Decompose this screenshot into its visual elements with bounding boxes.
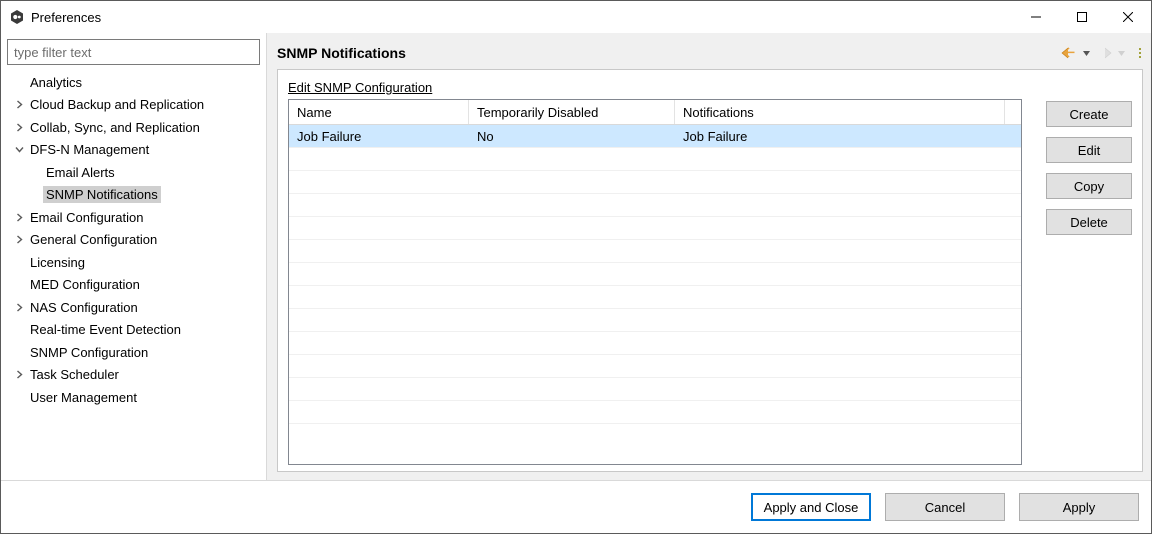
tree-item-label: Analytics	[27, 74, 85, 91]
edit-button[interactable]: Edit	[1046, 137, 1132, 163]
chevron-right-icon[interactable]	[11, 213, 27, 222]
table-row[interactable]	[289, 171, 1021, 194]
column-header-spacer	[1005, 100, 1021, 124]
preferences-window: Preferences Analytics Cloud Backup and Re…	[0, 0, 1152, 534]
tree-item[interactable]: Email Configuration	[7, 206, 260, 229]
table-row[interactable]	[289, 378, 1021, 401]
table-row[interactable]	[289, 148, 1021, 171]
chevron-right-icon[interactable]	[11, 303, 27, 312]
tree-item[interactable]: SNMP Notifications	[7, 184, 260, 207]
chevron-right-icon[interactable]	[11, 235, 27, 244]
chevron-down-icon[interactable]	[11, 145, 27, 154]
tree-item[interactable]: Email Alerts	[7, 161, 260, 184]
preferences-tree: Analytics Cloud Backup and Replication Col…	[7, 71, 260, 480]
tree-item-label: Cloud Backup and Replication	[27, 96, 207, 113]
filter-input[interactable]	[7, 39, 260, 65]
tree-item-label: Real-time Event Detection	[27, 321, 184, 338]
tree-item-label: Email Alerts	[43, 164, 118, 181]
tree-item[interactable]: SNMP Configuration	[7, 341, 260, 364]
tree-item-label: Task Scheduler	[27, 366, 122, 383]
tree-item-label: NAS Configuration	[27, 299, 141, 316]
minimize-button[interactable]	[1013, 1, 1059, 33]
table-row[interactable]	[289, 194, 1021, 217]
tree-item[interactable]: Analytics	[7, 71, 260, 94]
table-row[interactable]	[289, 309, 1021, 332]
apply-button[interactable]: Apply	[1019, 493, 1139, 521]
tree-item-label: SNMP Configuration	[27, 344, 151, 361]
table-header: Name Temporarily Disabled Notifications	[289, 100, 1021, 125]
chevron-right-icon[interactable]	[11, 100, 27, 109]
tree-item[interactable]: General Configuration	[7, 229, 260, 252]
edit-snmp-config-link[interactable]: Edit SNMP Configuration	[288, 80, 1132, 95]
column-header-disabled[interactable]: Temporarily Disabled	[469, 100, 675, 124]
content-area: SNMP Notifications	[267, 33, 1151, 480]
table-row[interactable]	[289, 240, 1021, 263]
notifications-table: Name Temporarily Disabled Notifications …	[288, 99, 1022, 465]
table-row[interactable]	[289, 355, 1021, 378]
content-panel: Edit SNMP Configuration Name Temporarily…	[277, 69, 1143, 472]
column-header-name[interactable]: Name	[289, 100, 469, 124]
chevron-right-icon[interactable]	[11, 370, 27, 379]
tree-item-label: General Configuration	[27, 231, 160, 248]
copy-button[interactable]: Copy	[1046, 173, 1132, 199]
back-dropdown-icon[interactable]	[1083, 51, 1090, 56]
tree-item-label: SNMP Notifications	[43, 186, 161, 203]
tree-item[interactable]: NAS Configuration	[7, 296, 260, 319]
sidebar: Analytics Cloud Backup and Replication Col…	[1, 33, 267, 480]
table-row[interactable]	[289, 332, 1021, 355]
tree-item[interactable]: Licensing	[7, 251, 260, 274]
cancel-button[interactable]: Cancel	[885, 493, 1005, 521]
table-cell: No	[469, 129, 675, 144]
table-row[interactable]	[289, 263, 1021, 286]
tree-item[interactable]: Cloud Backup and Replication	[7, 94, 260, 117]
page-title: SNMP Notifications	[277, 45, 1061, 61]
tree-item[interactable]: Task Scheduler	[7, 364, 260, 387]
table-row[interactable]	[289, 217, 1021, 240]
action-buttons: Create Edit Copy Delete	[1046, 99, 1132, 465]
close-button[interactable]	[1105, 1, 1151, 33]
tree-item[interactable]: Real-time Event Detection	[7, 319, 260, 342]
header-toolbar	[1061, 47, 1143, 59]
tree-item-label: Email Configuration	[27, 209, 146, 226]
window-title: Preferences	[31, 10, 101, 25]
tree-item[interactable]: DFS-N Management	[7, 139, 260, 162]
tree-item[interactable]: MED Configuration	[7, 274, 260, 297]
tree-item-label: Collab, Sync, and Replication	[27, 119, 203, 136]
tree-item-label: MED Configuration	[27, 276, 143, 293]
back-icon[interactable]	[1061, 47, 1077, 59]
tree-item[interactable]: User Management	[7, 386, 260, 409]
dialog-footer: Apply and Close Cancel Apply	[1, 480, 1151, 533]
delete-button[interactable]: Delete	[1046, 209, 1132, 235]
table-body: Job FailureNoJob Failure	[289, 125, 1021, 464]
table-row[interactable]: Job FailureNoJob Failure	[289, 125, 1021, 148]
tree-item[interactable]: Collab, Sync, and Replication	[7, 116, 260, 139]
forward-icon[interactable]	[1096, 47, 1112, 59]
table-cell: Job Failure	[675, 129, 1021, 144]
forward-dropdown-icon[interactable]	[1118, 51, 1125, 56]
apply-and-close-button[interactable]: Apply and Close	[751, 493, 871, 521]
table-row[interactable]	[289, 401, 1021, 424]
app-icon	[9, 9, 25, 25]
table-row[interactable]	[289, 286, 1021, 309]
chevron-right-icon[interactable]	[11, 123, 27, 132]
tree-item-label: Licensing	[27, 254, 88, 271]
titlebar: Preferences	[1, 1, 1151, 33]
tree-item-label: User Management	[27, 389, 140, 406]
create-button[interactable]: Create	[1046, 101, 1132, 127]
view-menu-icon[interactable]	[1137, 47, 1143, 59]
tree-item-label: DFS-N Management	[27, 141, 152, 158]
table-cell: Job Failure	[289, 129, 469, 144]
column-header-notifications[interactable]: Notifications	[675, 100, 1005, 124]
maximize-button[interactable]	[1059, 1, 1105, 33]
